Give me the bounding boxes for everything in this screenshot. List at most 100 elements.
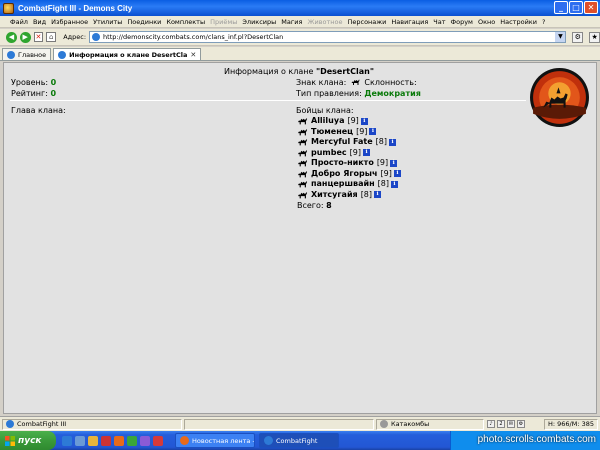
minimize-button[interactable]: _: [554, 1, 568, 14]
opera-icon[interactable]: [153, 435, 163, 446]
member-info-icon[interactable]: i: [390, 159, 398, 167]
menu-item[interactable]: Комплекты: [166, 18, 205, 26]
camel-icon[interactable]: [351, 78, 360, 86]
member-level: [9]: [376, 158, 389, 167]
menu-item[interactable]: Настройки: [500, 18, 537, 26]
windows-logo-icon: [5, 435, 15, 446]
rating-value: 0: [50, 89, 57, 98]
status-hp: H: 966/M: 385: [543, 418, 598, 430]
forward-icon[interactable]: ▶: [19, 31, 31, 43]
start-label: пуск: [18, 435, 42, 446]
stop-icon[interactable]: ✕: [33, 32, 44, 42]
close-button[interactable]: ✕: [584, 1, 598, 14]
menu-item[interactable]: Окно: [478, 18, 495, 26]
menu-item: Животное: [307, 17, 343, 26]
member-level: [9]: [356, 126, 368, 136]
tab-main[interactable]: Главное: [2, 48, 52, 60]
menu-item[interactable]: Чат: [433, 18, 445, 26]
member-name[interactable]: pumbec: [311, 148, 347, 159]
member-info-icon[interactable]: i: [369, 128, 377, 136]
menu-item[interactable]: Файл: [10, 18, 28, 26]
member-name[interactable]: Тюменец: [311, 127, 353, 138]
menu-item[interactable]: Утилиты: [93, 18, 122, 26]
member-info-icon[interactable]: i: [388, 138, 396, 146]
sound-icon[interactable]: ♪: [487, 420, 495, 428]
menu-item[interactable]: Избранное: [51, 18, 88, 26]
menu-item[interactable]: Эликсиры: [242, 18, 276, 26]
member-name[interactable]: Хитсугайя: [311, 190, 358, 201]
hp-readout: H: 966/M: 385: [547, 420, 594, 428]
government-label: Тип правления:: [296, 89, 362, 98]
member-name[interactable]: панцершвайн: [311, 179, 375, 190]
home-icon[interactable]: ⌂: [46, 32, 57, 42]
total-value: 8: [326, 201, 332, 210]
member-name[interactable]: Alliluya: [311, 116, 344, 127]
menu-item[interactable]: Форум: [451, 18, 473, 26]
task-news-feed[interactable]: Новостная лента - D...: [175, 433, 255, 448]
member-info-icon[interactable]: i: [393, 170, 401, 178]
firefox-icon[interactable]: [114, 435, 124, 446]
member-name[interactable]: Добро Ягорыч: [311, 169, 378, 180]
task-combatfight[interactable]: CombatFight: [259, 433, 339, 448]
camel-icon[interactable]: [297, 138, 308, 146]
camel-icon[interactable]: [297, 191, 308, 199]
member-info-icon[interactable]: i: [360, 117, 368, 125]
members-list: Alliluya [9] i Тюменец [9] i Mercyful Fate [8] i…: [297, 116, 401, 200]
folder-icon[interactable]: [88, 435, 98, 446]
tools-icon[interactable]: ⚙: [572, 31, 584, 43]
member-row: панцершвайн [8] i: [297, 179, 401, 190]
member-info-icon[interactable]: i: [363, 149, 370, 157]
counter-badge[interactable]: 2: [497, 420, 505, 428]
address-dropdown-icon[interactable]: ▼: [555, 32, 566, 42]
clan-emblem-image: [530, 68, 589, 127]
member-level: [8]: [360, 189, 373, 199]
tab-bar: Главное Информация о клане DesertCla ✕: [0, 47, 600, 61]
page-icon: [264, 436, 273, 445]
camel-icon[interactable]: [297, 170, 308, 178]
favorites-icon[interactable]: ★: [589, 31, 600, 43]
clan-stats: Уровень: 0 Рейтинг: 0: [11, 77, 56, 99]
ie-icon[interactable]: [62, 435, 72, 446]
menu-item[interactable]: Персонажи: [347, 18, 386, 26]
divider: [10, 100, 526, 101]
clan-properties: Знак клана: Склонность: Тип правления: Д…: [296, 77, 421, 99]
app-launch-icon[interactable]: [127, 435, 137, 446]
maximize-button[interactable]: □: [569, 1, 583, 14]
member-level: [8]: [377, 179, 389, 188]
camel-icon[interactable]: [297, 149, 308, 157]
member-info-icon[interactable]: i: [390, 180, 398, 188]
address-label: Адрес:: [63, 33, 87, 41]
member-name[interactable]: Просто-никто: [311, 158, 374, 169]
title-bar: CombatFight III - Demons City _ □ ✕: [0, 0, 600, 16]
tab-close-icon[interactable]: ✕: [190, 51, 196, 59]
camel-icon[interactable]: [297, 128, 308, 136]
mail-icon[interactable]: ✉: [507, 420, 515, 428]
member-level: [9]: [380, 168, 392, 178]
tab-clan-info[interactable]: Информация о клане DesertCla ✕: [53, 48, 202, 60]
back-icon[interactable]: ◀: [6, 31, 17, 43]
desktop-icon[interactable]: [75, 435, 85, 446]
camel-icon[interactable]: [297, 159, 308, 167]
address-bar: ◀ ▶ ✕ ⌂ Адрес: http://demonscity.combats…: [0, 29, 600, 46]
menu-item[interactable]: Навигация: [391, 18, 428, 26]
member-row: Просто-никто [9] i: [297, 158, 401, 169]
member-info-icon[interactable]: i: [374, 191, 382, 199]
clan-head-label: Глава клана:: [11, 106, 66, 115]
member-name[interactable]: Mercyful Fate: [311, 137, 373, 148]
settings-icon[interactable]: ⚙: [517, 420, 525, 428]
rating-label: Рейтинг:: [11, 89, 48, 98]
media-icon[interactable]: [101, 435, 111, 446]
camel-icon[interactable]: [297, 117, 308, 125]
address-input[interactable]: http://demonscity.combats.com/clans_inf.…: [89, 31, 567, 43]
menu-item[interactable]: Вид: [33, 18, 46, 26]
menu-item[interactable]: Поединки: [127, 18, 161, 26]
menu-item: Приёмы: [210, 17, 238, 26]
app-launch-icon[interactable]: [140, 435, 150, 446]
address-url: http://demonscity.combats.com/clans_inf.…: [103, 33, 284, 41]
menu-item[interactable]: Магия: [281, 18, 302, 26]
camel-icon[interactable]: [297, 180, 308, 188]
menu-item[interactable]: ?: [542, 18, 545, 26]
status-app-label: CombatFight III: [17, 420, 67, 428]
start-button[interactable]: пуск: [0, 431, 56, 450]
task-label: Новостная лента - D...: [192, 436, 255, 445]
